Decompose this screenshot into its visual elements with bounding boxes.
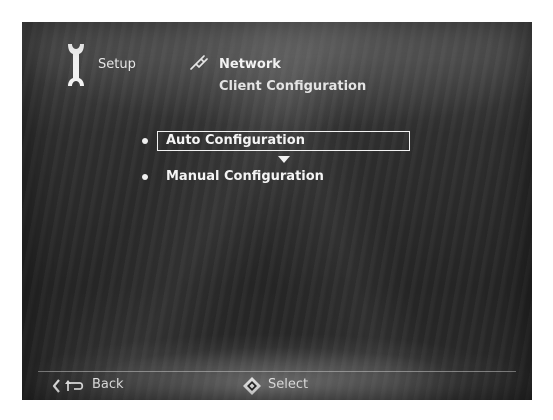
dpad-select-icon bbox=[243, 377, 261, 395]
option-label: Manual Configuration bbox=[166, 169, 324, 184]
back-label: Back bbox=[92, 377, 124, 392]
footer-divider bbox=[38, 371, 516, 372]
section-label-setup: Setup bbox=[98, 57, 136, 72]
option-bullet bbox=[142, 138, 148, 144]
back-button[interactable]: Back bbox=[52, 376, 152, 396]
select-label: Select bbox=[268, 377, 309, 392]
option-bullet bbox=[142, 174, 148, 180]
page-title: Client Configuration bbox=[219, 79, 367, 94]
option-auto-configuration[interactable]: Auto Configuration bbox=[142, 131, 410, 153]
tv-screen: Setup Network Client Configuration Auto … bbox=[22, 22, 532, 400]
select-button[interactable]: Select bbox=[243, 376, 343, 396]
wrench-icon bbox=[68, 44, 84, 86]
breadcrumb-network: Network bbox=[219, 57, 281, 72]
option-manual-configuration[interactable]: Manual Configuration bbox=[142, 167, 410, 189]
chevron-down-icon bbox=[278, 156, 290, 163]
option-label: Auto Configuration bbox=[166, 133, 305, 148]
network-plug-icon bbox=[190, 55, 208, 70]
back-return-icon bbox=[52, 379, 84, 393]
